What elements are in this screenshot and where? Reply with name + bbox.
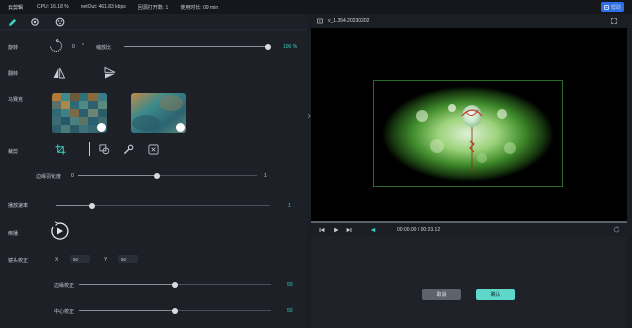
help-label: 帮助 (610, 4, 621, 11)
source-count: 回源打开数: 1 (137, 4, 169, 11)
tab-edit[interactable] (6, 16, 18, 28)
tab-settings[interactable] (29, 16, 41, 28)
playback-time: 00:00.00 / 00:23.12 (397, 227, 441, 233)
fullscreen-icon[interactable] (611, 18, 617, 24)
edge-correct-value: 50 (287, 282, 293, 288)
palette-icon (55, 17, 65, 27)
flip-horizontal-button[interactable] (52, 66, 66, 80)
help-icon (604, 4, 609, 10)
edge-correct-slider[interactable] (79, 281, 271, 288)
flip-vertical-button[interactable] (103, 66, 117, 80)
playback-rate-label: 播放速率 (8, 203, 29, 209)
flip-label: 翻转 (8, 71, 19, 77)
rotate-label: 旋转 (8, 45, 19, 51)
center-correct-value: 50 (287, 308, 293, 314)
rotate-unit: ° (82, 43, 84, 49)
gear-icon (31, 18, 39, 26)
action-area: 取消 确认 (311, 236, 627, 328)
center-correct-label: 中心校正 (54, 309, 75, 315)
play-icon (333, 227, 338, 232)
refresh-icon (613, 226, 620, 233)
edge-blur-label: 边缘羽化度 (36, 174, 62, 180)
scale-slider[interactable] (124, 43, 271, 50)
mosaic-thumbnail[interactable] (52, 93, 107, 133)
net-out: netOut: 461.83 kbps (80, 4, 126, 10)
crop-tool-button[interactable] (122, 143, 134, 155)
y-input[interactable]: 50 (118, 255, 138, 263)
skip-end-button[interactable] (344, 225, 353, 234)
flip-vertical-icon (104, 66, 116, 79)
top-bar: 云剪辑 CPU: 16.18 % netOut: 461.83 kbps 回源打… (0, 0, 632, 14)
blur-thumbnail[interactable] (131, 93, 186, 133)
scale-label: 缩放比 (96, 45, 112, 51)
crop-reset-button[interactable] (147, 143, 159, 155)
preview-panel: v_1.354.20230202 00:00.00 / 00:23.12 取消 … (311, 14, 632, 328)
mosaic-label: 马赛克 (8, 97, 24, 103)
crop-divider (89, 142, 90, 156)
cancel-button[interactable]: 取消 (422, 289, 461, 300)
skip-forward-icon (346, 227, 351, 232)
preview-header: v_1.354.20230202 (311, 14, 627, 28)
cpu-usage: CPU: 16.18 % (37, 4, 69, 10)
volume-icon (371, 227, 375, 232)
edge-blur-min: 0 (71, 173, 74, 179)
reverse-play-button[interactable] (49, 221, 69, 241)
play-button[interactable] (331, 225, 340, 234)
playback-rate-slider[interactable] (56, 202, 270, 209)
volume-button[interactable] (369, 225, 378, 234)
edge-correct-label: 边缘校正 (54, 283, 75, 289)
playback-controls: 00:00.00 / 00:23.12 (311, 223, 627, 236)
center-correct-slider[interactable] (79, 307, 271, 314)
reverse-label: 倒播 (8, 231, 19, 237)
video-file-name: v_1.354.20230202 (328, 18, 370, 24)
edge-correct-slider-fill (79, 284, 175, 285)
wrench-icon (123, 144, 133, 154)
help-button[interactable]: 帮助 (601, 2, 624, 12)
center-correct-slider-knob[interactable] (172, 307, 178, 314)
scale-slider-knob[interactable] (265, 43, 271, 50)
mosaic-select-toggle[interactable] (97, 123, 106, 132)
rotate-icon (50, 39, 62, 52)
x-label: X (55, 257, 59, 263)
panel-tabs (0, 14, 307, 30)
video-canvas[interactable] (311, 28, 627, 221)
adjust-panel: 旋转 0 ° 缩放比 100 % 翻转 马赛克 裁剪 边缘羽化度 0 1 播放速… (0, 14, 307, 328)
video-frame-image (382, 86, 554, 182)
lens-correct-label: 镜头校正 (8, 258, 29, 264)
edge-blur-slider-fill (78, 175, 157, 176)
edge-correct-slider-knob[interactable] (172, 281, 178, 288)
flip-horizontal-icon (53, 67, 66, 79)
overlap-icon (99, 144, 109, 154)
usage-time: 使用时长: 09 min (180, 4, 219, 11)
app-title: 云剪辑 (8, 4, 24, 11)
playback-rate-value: 1 (288, 203, 291, 209)
reverse-play-icon (51, 221, 69, 240)
skip-back-icon (319, 227, 324, 232)
tab-filter[interactable] (54, 16, 66, 28)
reset-frame-icon (148, 144, 158, 154)
video-file-icon (317, 18, 323, 24)
edge-blur-slider[interactable] (78, 172, 257, 179)
rotate-dial[interactable] (49, 39, 63, 53)
crop-icon (54, 143, 66, 155)
rotate-value: 0 (72, 44, 75, 50)
crop-label: 裁剪 (8, 149, 19, 155)
edge-blur-max: 1 (264, 173, 267, 179)
crop-ratio-button[interactable] (98, 143, 110, 155)
loop-button[interactable] (612, 225, 621, 234)
edge-blur-slider-knob[interactable] (153, 172, 160, 179)
center-correct-slider-fill (79, 310, 175, 311)
scale-slider-fill (124, 46, 268, 47)
playback-rate-slider-knob[interactable] (89, 202, 96, 209)
x-input[interactable]: 50 (70, 255, 90, 263)
confirm-button[interactable]: 确认 (476, 289, 515, 300)
pencil-icon (8, 18, 16, 26)
crop-button[interactable] (54, 143, 66, 155)
y-label: Y (104, 257, 108, 263)
scale-value: 100 % (283, 44, 298, 50)
skip-start-button[interactable] (317, 225, 326, 234)
playback-rate-slider-fill (56, 205, 93, 206)
blur-select-toggle[interactable] (176, 123, 185, 132)
